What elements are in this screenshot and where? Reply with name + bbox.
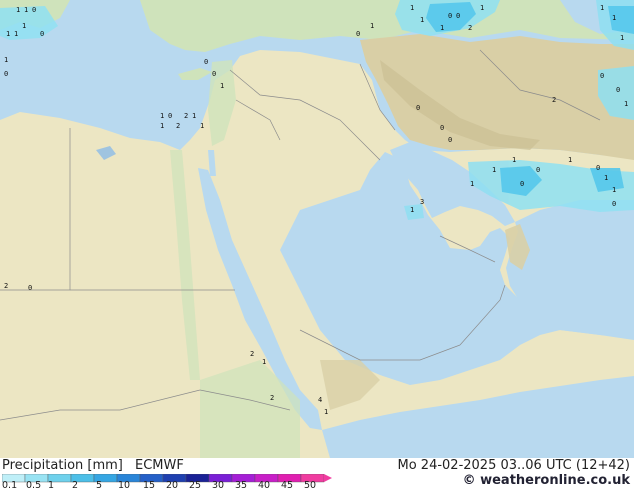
precip-label: 1 (410, 206, 414, 214)
precip-label: 0 (32, 6, 36, 14)
scale-tick-label: 25 (189, 480, 202, 490)
precip-label: 0 (612, 200, 616, 208)
precip-label: 1 (220, 82, 224, 90)
scale-tick-label: 2 (72, 480, 79, 490)
precip-label: 0 (600, 72, 604, 80)
scale-tick-label: 15 (143, 480, 156, 490)
precip-label: 0 (520, 180, 524, 188)
scale-tick-label: 10 (118, 480, 131, 490)
precip-label: 1 (4, 56, 8, 64)
precip-label: 1 (160, 122, 164, 130)
precip-label: 4 (318, 396, 322, 404)
precip-label: 1 (6, 30, 10, 38)
precip-label: 0 (416, 104, 420, 112)
precip-label: 0 (456, 12, 460, 20)
precip-label: 1 (600, 4, 604, 12)
legend-title: Precipitation [mm] (2, 458, 123, 473)
precip-label: 0 (596, 164, 600, 172)
precip-label: 1 (14, 30, 18, 38)
precip-label: 2 (184, 112, 188, 120)
precip-label: 1 (440, 24, 444, 32)
precip-label: 0 (440, 124, 444, 132)
scale-tick-label: 20 (166, 480, 179, 490)
precip-label: 1 (480, 4, 484, 12)
precip-label: 1 (324, 408, 328, 416)
precipitation-map: 1 1 0 1 1 1 0 1 0 1 0 2 1 1 2 1 0 0 1 0 … (0, 0, 634, 458)
precip-label: 2 (270, 394, 274, 402)
precip-label: 0 (356, 30, 360, 38)
precip-label: 0 (4, 70, 8, 78)
credit-link[interactable]: © weatheronline.co.uk (463, 474, 630, 488)
precip-label: 1 (568, 156, 572, 164)
precip-label: 1 (24, 6, 28, 14)
precip-label: 0 (28, 284, 32, 292)
precip-label: 1 (470, 180, 474, 188)
legend-footer: Precipitation [mm] ECMWF Mo 24-02-2025 0… (0, 458, 634, 490)
precip-label: 3 (420, 198, 424, 206)
precip-label: 0 (448, 12, 452, 20)
precip-label: 0 (616, 86, 620, 94)
precip-label: 1 (22, 22, 26, 30)
precip-label: 0 (536, 166, 540, 174)
precip-label: 1 (262, 358, 266, 366)
precip-label: 1 (612, 14, 616, 22)
precip-label: 1 (16, 6, 20, 14)
precip-label: 1 (620, 34, 624, 42)
scale-tick-label: 1 (48, 480, 55, 490)
precip-label: 0 (212, 70, 216, 78)
precip-label: 1 (160, 112, 164, 120)
scale-tick-label: 35 (235, 480, 248, 490)
precip-label: 0 (204, 58, 208, 66)
precip-label: 1 (410, 4, 414, 12)
scale-tick-label: 0.1 (2, 480, 18, 490)
precip-label: 2 (4, 282, 8, 290)
precip-label: 2 (176, 122, 180, 130)
model-name: ECMWF (135, 458, 184, 473)
precip-label: 2 (250, 350, 254, 358)
precip-label: 2 (552, 96, 556, 104)
precip-label: 1 (612, 186, 616, 194)
precip-label: 0 (168, 112, 172, 120)
scale-tick-label: 40 (258, 480, 271, 490)
weather-map-page: 1 1 0 1 1 1 0 1 0 1 0 2 1 1 2 1 0 0 1 0 … (0, 0, 634, 490)
scale-tick-label: 5 (96, 480, 103, 490)
precip-label: 1 (200, 122, 204, 130)
precip-label: 0 (40, 30, 44, 38)
precip-label: 1 (512, 156, 516, 164)
precip-label: 1 (624, 100, 628, 108)
precip-label: 1 (492, 166, 496, 174)
precip-label: 0 (448, 136, 452, 144)
precip-label: 2 (468, 24, 472, 32)
precip-label: 1 (192, 112, 196, 120)
precip-label: 1 (370, 22, 374, 30)
scale-tick-label: 50 (304, 480, 317, 490)
valid-time: Mo 24-02-2025 03..06 UTC (12+42) (397, 458, 631, 473)
scale-tick-label: 30 (212, 480, 225, 490)
precip-label: 1 (420, 16, 424, 24)
scale-overflow-arrow (324, 474, 332, 482)
scale-tick-label: 0.5 (26, 480, 42, 490)
scale-tick-label: 45 (281, 480, 294, 490)
precip-label: 1 (604, 174, 608, 182)
